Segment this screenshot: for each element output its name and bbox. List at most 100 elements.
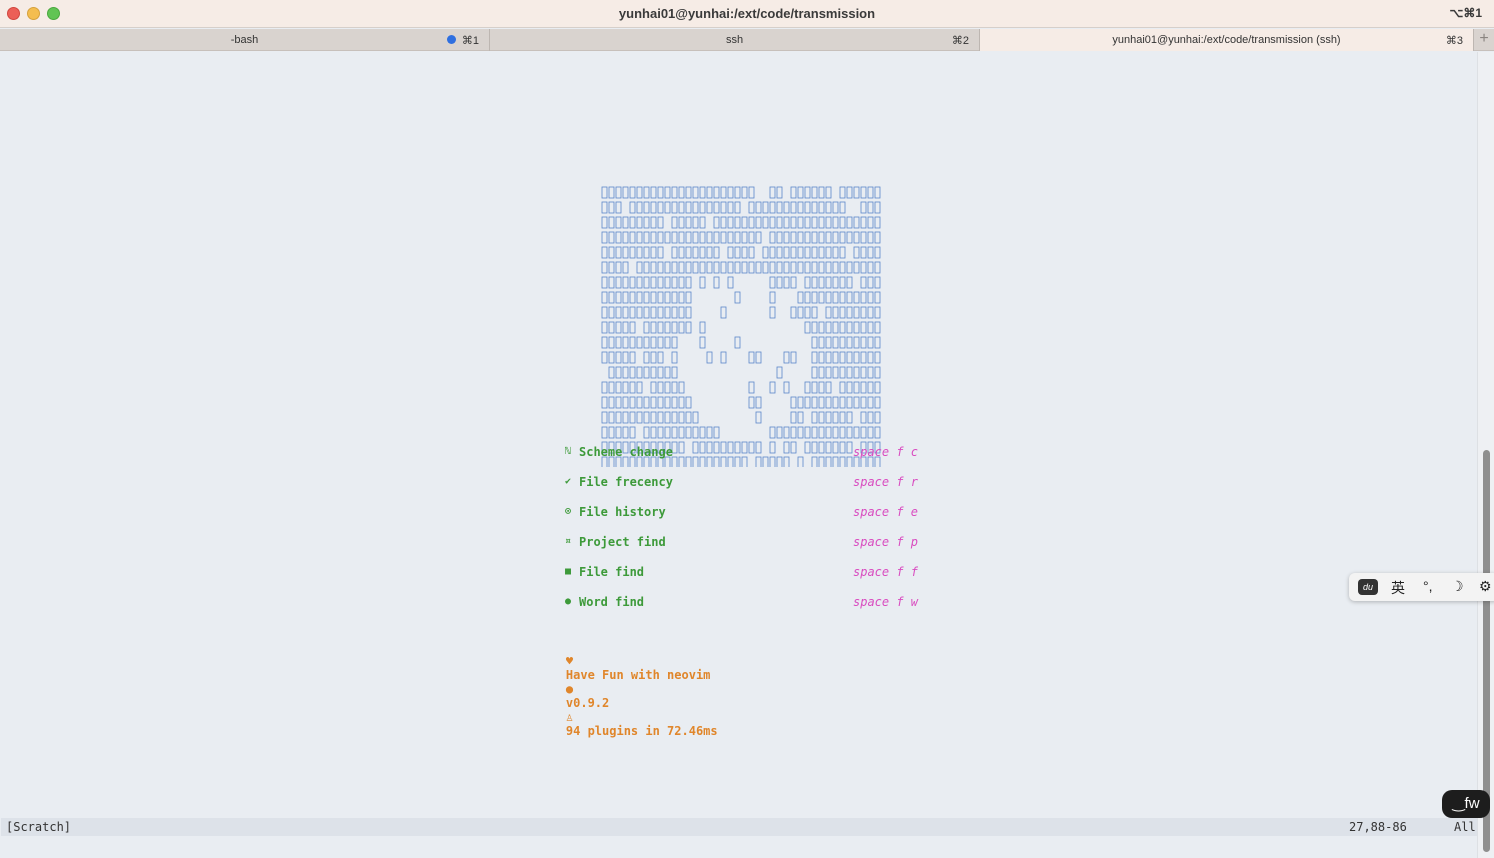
ascii-cell (713, 231, 720, 244)
ascii-cell (727, 276, 734, 289)
menu-item-file-history[interactable]: ⊙ File history (565, 505, 666, 523)
ascii-cell (671, 426, 678, 439)
ascii-cell (867, 261, 874, 274)
ascii-cell (657, 396, 664, 409)
ascii-cell (608, 216, 615, 229)
moon-icon[interactable]: ☽ (1451, 578, 1464, 595)
ime-logo-icon[interactable]: du (1358, 579, 1378, 595)
ascii-cell (762, 216, 769, 229)
ascii-cell (601, 321, 608, 334)
language-toggle[interactable]: 英 (1391, 578, 1405, 598)
ascii-cell (601, 426, 608, 439)
ascii-cell (755, 261, 762, 274)
ascii-cell (776, 426, 783, 439)
ascii-cell (643, 351, 650, 364)
ascii-cell (727, 261, 734, 274)
history-icon: ⊙ (565, 506, 572, 517)
ascii-cell (657, 201, 664, 214)
ascii-cell (769, 201, 776, 214)
ascii-cell (678, 306, 685, 319)
ascii-cell (608, 351, 615, 364)
ascii-cell (671, 216, 678, 229)
ascii-cell (720, 306, 727, 319)
ascii-cell (790, 441, 797, 454)
ascii-cell (664, 426, 671, 439)
ascii-cell (790, 231, 797, 244)
ascii-cell (678, 276, 685, 289)
vertical-scrollbar[interactable] (1477, 52, 1494, 858)
ascii-cell (664, 276, 671, 289)
tab-label: ssh (725, 34, 744, 46)
ascii-cell (622, 231, 629, 244)
ascii-cell (846, 456, 853, 467)
ascii-cell (685, 276, 692, 289)
tab-bar: -bash ⌘1 ssh ⌘2 yunhai01@yunhai:/ext/cod… (0, 29, 1494, 51)
ascii-cell (636, 186, 643, 199)
ascii-cell (615, 336, 622, 349)
settings-gear-icon[interactable]: ⚙ (1479, 578, 1492, 595)
ascii-cell (678, 291, 685, 304)
ascii-cell (811, 276, 818, 289)
ascii-cell (860, 351, 867, 364)
ascii-cell (629, 411, 636, 424)
ascii-cell (818, 411, 825, 424)
menu-item-scheme-change[interactable]: ℕ Scheme change (565, 445, 673, 463)
ascii-cell (776, 246, 783, 259)
ascii-cell (874, 246, 881, 259)
ascii-cell (811, 351, 818, 364)
ascii-cell (643, 201, 650, 214)
ascii-cell (818, 396, 825, 409)
tab-shortcut: ⌘1 (461, 35, 479, 47)
menu-item-word-find[interactable]: ● Word find (565, 595, 644, 613)
ascii-cell (671, 261, 678, 274)
ascii-cell (874, 381, 881, 394)
ascii-cell (860, 411, 867, 424)
ascii-cell (860, 381, 867, 394)
ascii-cell (776, 186, 783, 199)
ascii-cell (790, 276, 797, 289)
ascii-cell (685, 246, 692, 259)
menu-item-file-frecency[interactable]: ✔ File frecency (565, 475, 673, 493)
ascii-cell (643, 246, 650, 259)
ascii-cell (811, 381, 818, 394)
ascii-cell (706, 201, 713, 214)
ascii-cell (727, 456, 734, 467)
ascii-cell (608, 276, 615, 289)
ascii-cell (853, 246, 860, 259)
ascii-cell (867, 381, 874, 394)
ascii-cell (615, 261, 622, 274)
ascii-cell (825, 291, 832, 304)
ascii-cell (853, 186, 860, 199)
ascii-cell (839, 291, 846, 304)
ascii-cell (601, 396, 608, 409)
activity-dot-icon (447, 35, 456, 44)
ascii-cell (720, 186, 727, 199)
ascii-cell (783, 201, 790, 214)
ascii-cell (657, 426, 664, 439)
ascii-cell (622, 351, 629, 364)
ascii-cell (860, 396, 867, 409)
menu-item-project-find[interactable]: ¤ Project find (565, 535, 666, 553)
tab-bash[interactable]: -bash ⌘1 (0, 29, 490, 51)
ascii-cell (685, 261, 692, 274)
new-tab-button[interactable]: + (1474, 29, 1494, 51)
tab-transmission-ssh[interactable]: yunhai01@yunhai:/ext/code/transmission (… (980, 29, 1474, 51)
fw-badge[interactable]: ‿fw (1442, 790, 1490, 818)
ascii-cell (874, 351, 881, 364)
ascii-cell (804, 441, 811, 454)
ascii-cell (720, 201, 727, 214)
ascii-cell (853, 261, 860, 274)
ascii-cell (825, 336, 832, 349)
menu-item-file-find[interactable]: ■ File find (565, 565, 644, 583)
punctuation-toggle[interactable]: °, (1423, 578, 1433, 594)
ascii-cell (797, 186, 804, 199)
tab-ssh[interactable]: ssh ⌘2 (490, 29, 980, 51)
ascii-cell (776, 456, 783, 467)
ascii-cell (769, 246, 776, 259)
ascii-cell (720, 231, 727, 244)
ascii-cell (692, 216, 699, 229)
ascii-cell (671, 291, 678, 304)
ascii-cell (804, 381, 811, 394)
terminal-area[interactable]: ℕ Scheme change space f c ✔ File frecenc… (1, 52, 1477, 852)
ascii-cell (657, 216, 664, 229)
